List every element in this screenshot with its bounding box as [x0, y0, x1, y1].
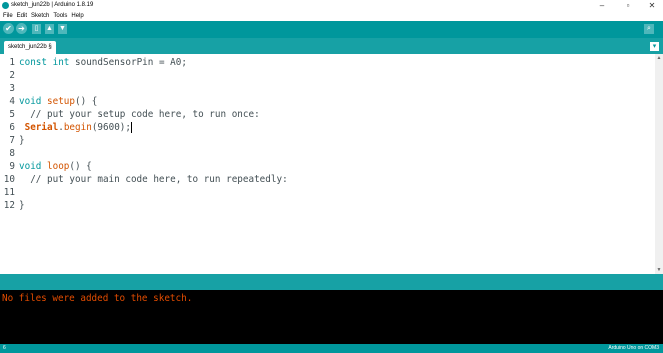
- save-button[interactable]: ▼: [58, 24, 67, 34]
- code-text: }: [19, 135, 25, 146]
- code-line: 12}: [0, 199, 640, 212]
- scroll-up-icon[interactable]: ▲: [655, 54, 663, 62]
- code-line: 5 // put your setup code here, to run on…: [0, 108, 640, 121]
- function-name: begin: [63, 122, 92, 133]
- code-line: 8: [0, 147, 640, 160]
- code-line: 9 void loop() {: [0, 160, 640, 173]
- open-icon: ▲: [46, 25, 53, 32]
- chevron-down-icon: ▾: [652, 43, 657, 50]
- line-number: 5: [9, 109, 15, 120]
- status-board: Arduino Uno on COM3: [608, 345, 659, 351]
- function-name: setup: [47, 96, 75, 107]
- serial-monitor-button[interactable]: ⌕: [644, 24, 654, 34]
- code-line: 7}: [0, 134, 640, 147]
- console-message: No files were added to the sketch.: [2, 293, 193, 304]
- magnifier-icon: ⌕: [647, 25, 651, 32]
- menu-tools[interactable]: Tools: [53, 11, 67, 21]
- status-line-number: 6: [3, 345, 6, 351]
- title-bar: sketch_jun22b | Arduino 1.8.19 – ▫ ✕: [0, 0, 663, 11]
- menu-edit[interactable]: Edit: [17, 11, 27, 21]
- console-panel: No files were added to the sketch.: [0, 290, 663, 344]
- open-button[interactable]: ▲: [45, 24, 54, 34]
- minimize-button[interactable]: –: [590, 0, 614, 11]
- class-name: Serial: [24, 122, 59, 133]
- keyword: void: [19, 96, 42, 107]
- line-number: 9: [9, 161, 15, 172]
- code-line: 3: [0, 82, 640, 95]
- line-number: 12: [3, 200, 15, 211]
- line-number: 11: [3, 187, 15, 198]
- keyword: void: [19, 161, 42, 172]
- code-comment: // put your main code here, to run repea…: [19, 174, 288, 185]
- line-number: 3: [9, 83, 15, 94]
- tab-sketch[interactable]: sketch_jun22b §: [4, 41, 56, 54]
- line-number: 4: [9, 96, 15, 107]
- code-line: 11: [0, 186, 640, 199]
- menu-file[interactable]: File: [3, 11, 13, 21]
- function-name: loop: [47, 161, 70, 172]
- close-button[interactable]: ✕: [640, 0, 663, 11]
- console-divider[interactable]: [0, 274, 663, 290]
- line-number: 2: [9, 70, 15, 81]
- code-line: 10 // put your main code here, to run re…: [0, 173, 640, 186]
- scroll-down-icon[interactable]: ▼: [655, 266, 663, 274]
- line-number: 1: [9, 57, 15, 68]
- line-number: 6: [9, 122, 15, 133]
- code-comment: // put your setup code here, to run once…: [19, 109, 260, 120]
- code-line: 4 void setup() {: [0, 95, 640, 108]
- line-number: 7: [9, 135, 15, 146]
- status-bar: 6 Arduino Uno on COM3: [0, 344, 663, 353]
- code-line: 2: [0, 69, 640, 82]
- code-text: }: [19, 200, 25, 211]
- window-title: sketch_jun22b | Arduino 1.8.19: [11, 2, 94, 8]
- code-line: 6 Serial.begin(9600);: [0, 121, 640, 134]
- maximize-button[interactable]: ▫: [616, 0, 640, 11]
- code-line: 1 const int soundSensorPin = A0;: [0, 56, 640, 69]
- line-number: 8: [9, 148, 15, 159]
- save-icon: ▼: [59, 25, 66, 32]
- menu-sketch[interactable]: Sketch: [31, 11, 49, 21]
- keyword: const: [19, 57, 47, 68]
- tab-menu-button[interactable]: ▾: [650, 42, 659, 51]
- new-file-icon: ▯: [34, 25, 39, 32]
- new-button[interactable]: ▯: [32, 24, 41, 34]
- upload-button[interactable]: ➔: [16, 23, 27, 34]
- check-icon: ✔: [5, 24, 12, 33]
- text-cursor: [131, 122, 132, 133]
- tab-strip: sketch_jun22b § ▾: [0, 38, 663, 54]
- line-number: 10: [3, 174, 15, 185]
- toolbar: ✔ ➔ ▯ ▲ ▼ ⌕: [0, 21, 663, 38]
- arrow-right-icon: ➔: [18, 24, 25, 33]
- keyword: int: [52, 57, 70, 68]
- arduino-logo-icon: [2, 2, 9, 9]
- editor-scrollbar[interactable]: ▲ ▼: [655, 54, 663, 274]
- code-editor[interactable]: 1 const int soundSensorPin = A0; 2 3 4 voi…: [0, 54, 655, 274]
- verify-button[interactable]: ✔: [3, 23, 14, 34]
- menu-bar: File Edit Sketch Tools Help: [0, 11, 663, 21]
- menu-help[interactable]: Help: [71, 11, 83, 21]
